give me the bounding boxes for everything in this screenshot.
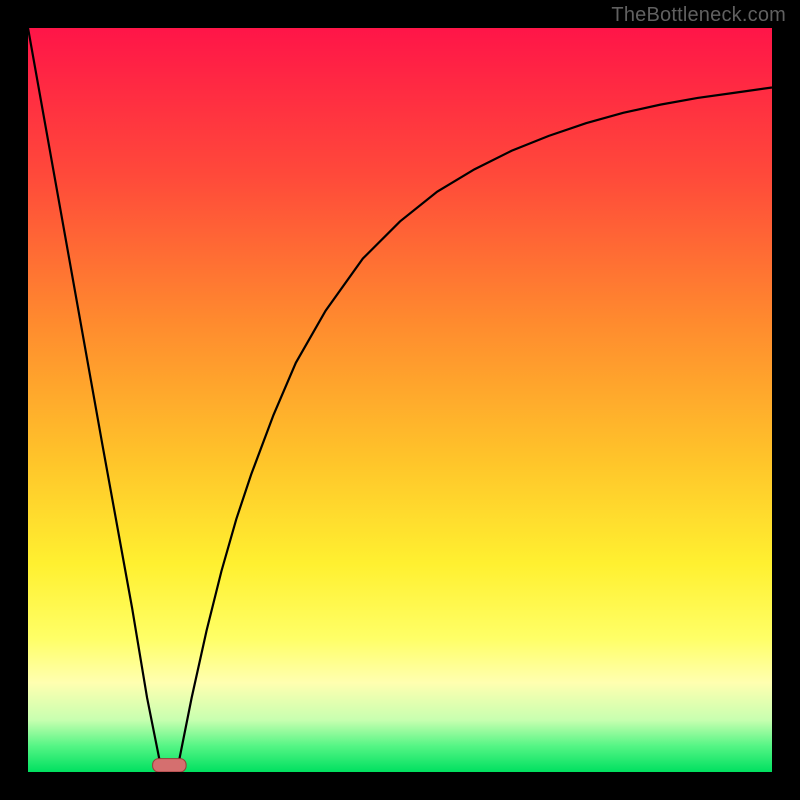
chart-frame: TheBottleneck.com [0,0,800,800]
minimum-marker [153,759,186,772]
plot-area [28,28,772,772]
chart-svg [28,28,772,772]
gradient-background [28,28,772,772]
watermark-label: TheBottleneck.com [611,4,786,27]
